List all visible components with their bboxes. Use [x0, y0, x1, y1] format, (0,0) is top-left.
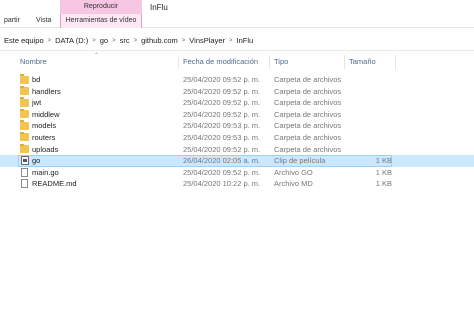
- file-date: 25/04/2020 09:52 p. m.: [183, 167, 261, 177]
- breadcrumb-item[interactable]: go: [100, 36, 108, 45]
- folder-icon: [20, 74, 29, 84]
- column-header-size[interactable]: Tamaño: [345, 55, 395, 69]
- file-name: routers: [32, 132, 56, 142]
- context-tab-header: Reproducir: [60, 0, 142, 14]
- file-name: models: [32, 121, 57, 131]
- list-item[interactable]: jwt 25/04/2020 09:52 p. m. Carpeta de ar…: [0, 97, 474, 109]
- file-date: 25/04/2020 09:52 p. m.: [183, 109, 261, 119]
- file-date: 26/04/2020 02:05 a. m.: [183, 156, 261, 166]
- file-name: main.go: [32, 167, 59, 177]
- chevron-right-icon[interactable]: >: [134, 38, 138, 44]
- ribbon: Reproducir InFlu partir Vista Herramient…: [0, 0, 474, 28]
- file-name: bd: [32, 75, 41, 84]
- file-size: 1 KB: [375, 179, 392, 189]
- chevron-right-icon[interactable]: >: [112, 38, 116, 44]
- file-list: bd 25/04/2020 09:52 p. m. Carpeta de arc…: [0, 74, 474, 190]
- file-name: README.md: [32, 179, 77, 189]
- file-date: 25/04/2020 10:22 p. m.: [183, 179, 261, 189]
- folder-icon: [20, 97, 29, 107]
- file-date: 25/04/2020 09:52 p. m.: [183, 86, 261, 96]
- list-item[interactable]: middlew 25/04/2020 09:52 p. m. Carpeta d…: [0, 108, 474, 121]
- tab-vista[interactable]: Vista: [32, 14, 55, 28]
- breadcrumb-item[interactable]: VinsPlayer: [189, 36, 225, 45]
- file-date: 25/04/2020 09:52 p. m.: [183, 98, 261, 108]
- column-divider[interactable]: [395, 55, 396, 69]
- breadcrumb: Este equipo > DATA (D:) > go > src > git…: [0, 31, 474, 51]
- file-icon: [21, 167, 28, 177]
- list-item[interactable]: handlers 25/04/2020 09:52 p. m. Carpeta …: [0, 85, 474, 98]
- chevron-right-icon[interactable]: >: [229, 38, 233, 44]
- list-item-selected[interactable]: go 26/04/2020 02:05 a. m. Clip de pelícu…: [0, 155, 474, 167]
- list-item[interactable]: routers 25/04/2020 09:53 p. m. Carpeta d…: [0, 131, 474, 144]
- tab-compartir[interactable]: partir: [0, 14, 24, 28]
- file-type: Archivo MD: [274, 179, 313, 189]
- file-type: Carpeta de archivos: [274, 109, 342, 119]
- column-header-date[interactable]: Fecha de modificación: [179, 55, 269, 69]
- file-type: Carpeta de archivos: [274, 132, 342, 142]
- file-name: jwt: [32, 98, 42, 108]
- file-name: handlers: [32, 86, 61, 96]
- file-icon: [21, 179, 28, 189]
- file-type: Clip de película: [274, 156, 326, 166]
- folder-icon: [20, 85, 29, 96]
- chevron-right-icon[interactable]: >: [92, 38, 96, 44]
- folder-icon: [20, 131, 29, 142]
- file-date: 25/04/2020 09:53 p. m.: [183, 121, 261, 131]
- chevron-right-icon[interactable]: >: [182, 38, 186, 44]
- list-item[interactable]: README.md 25/04/2020 10:22 p. m. Archivo…: [0, 178, 474, 190]
- breadcrumb-item[interactable]: DATA (D:): [55, 36, 88, 45]
- file-date: 25/04/2020 09:52 p. m.: [183, 144, 261, 154]
- file-type: Carpeta de archivos: [274, 144, 342, 154]
- list-item[interactable]: main.go 25/04/2020 09:52 p. m. Archivo G…: [0, 167, 474, 179]
- window-title: InFlu: [150, 3, 168, 12]
- video-file-icon: [20, 156, 29, 166]
- folder-icon: [20, 143, 29, 154]
- breadcrumb-item[interactable]: src: [120, 36, 130, 45]
- column-header-name[interactable]: Nombre: [16, 55, 178, 69]
- file-type: Carpeta de archivos: [274, 75, 342, 84]
- file-size: 1 KB: [375, 167, 392, 177]
- breadcrumb-item[interactable]: github.com: [141, 36, 178, 45]
- file-type: Archivo GO: [274, 167, 313, 177]
- folder-icon: [20, 120, 29, 130]
- file-name: middlew: [32, 109, 60, 119]
- column-header-type[interactable]: Tipo: [270, 55, 344, 69]
- file-name: uploads: [32, 144, 59, 154]
- file-type: Carpeta de archivos: [274, 86, 342, 96]
- file-name: go: [32, 156, 41, 166]
- tab-herramientas-de-video[interactable]: Herramientas de vídeo: [60, 14, 142, 28]
- breadcrumb-item[interactable]: Este equipo: [4, 36, 44, 45]
- file-type: Carpeta de archivos: [274, 98, 342, 108]
- file-date: 25/04/2020 09:52 p. m.: [183, 75, 261, 84]
- list-item[interactable]: bd 25/04/2020 09:52 p. m. Carpeta de arc…: [0, 74, 474, 86]
- file-type: Carpeta de archivos: [274, 121, 342, 131]
- list-item[interactable]: uploads 25/04/2020 09:52 p. m. Carpeta d…: [0, 143, 474, 156]
- file-date: 25/04/2020 09:53 p. m.: [183, 132, 261, 142]
- chevron-right-icon[interactable]: >: [48, 38, 52, 44]
- breadcrumb-item[interactable]: InFlu: [237, 36, 254, 45]
- file-size: 1 KB: [375, 156, 392, 166]
- list-item[interactable]: models 25/04/2020 09:53 p. m. Carpeta de…: [0, 120, 474, 132]
- folder-icon: [20, 108, 29, 119]
